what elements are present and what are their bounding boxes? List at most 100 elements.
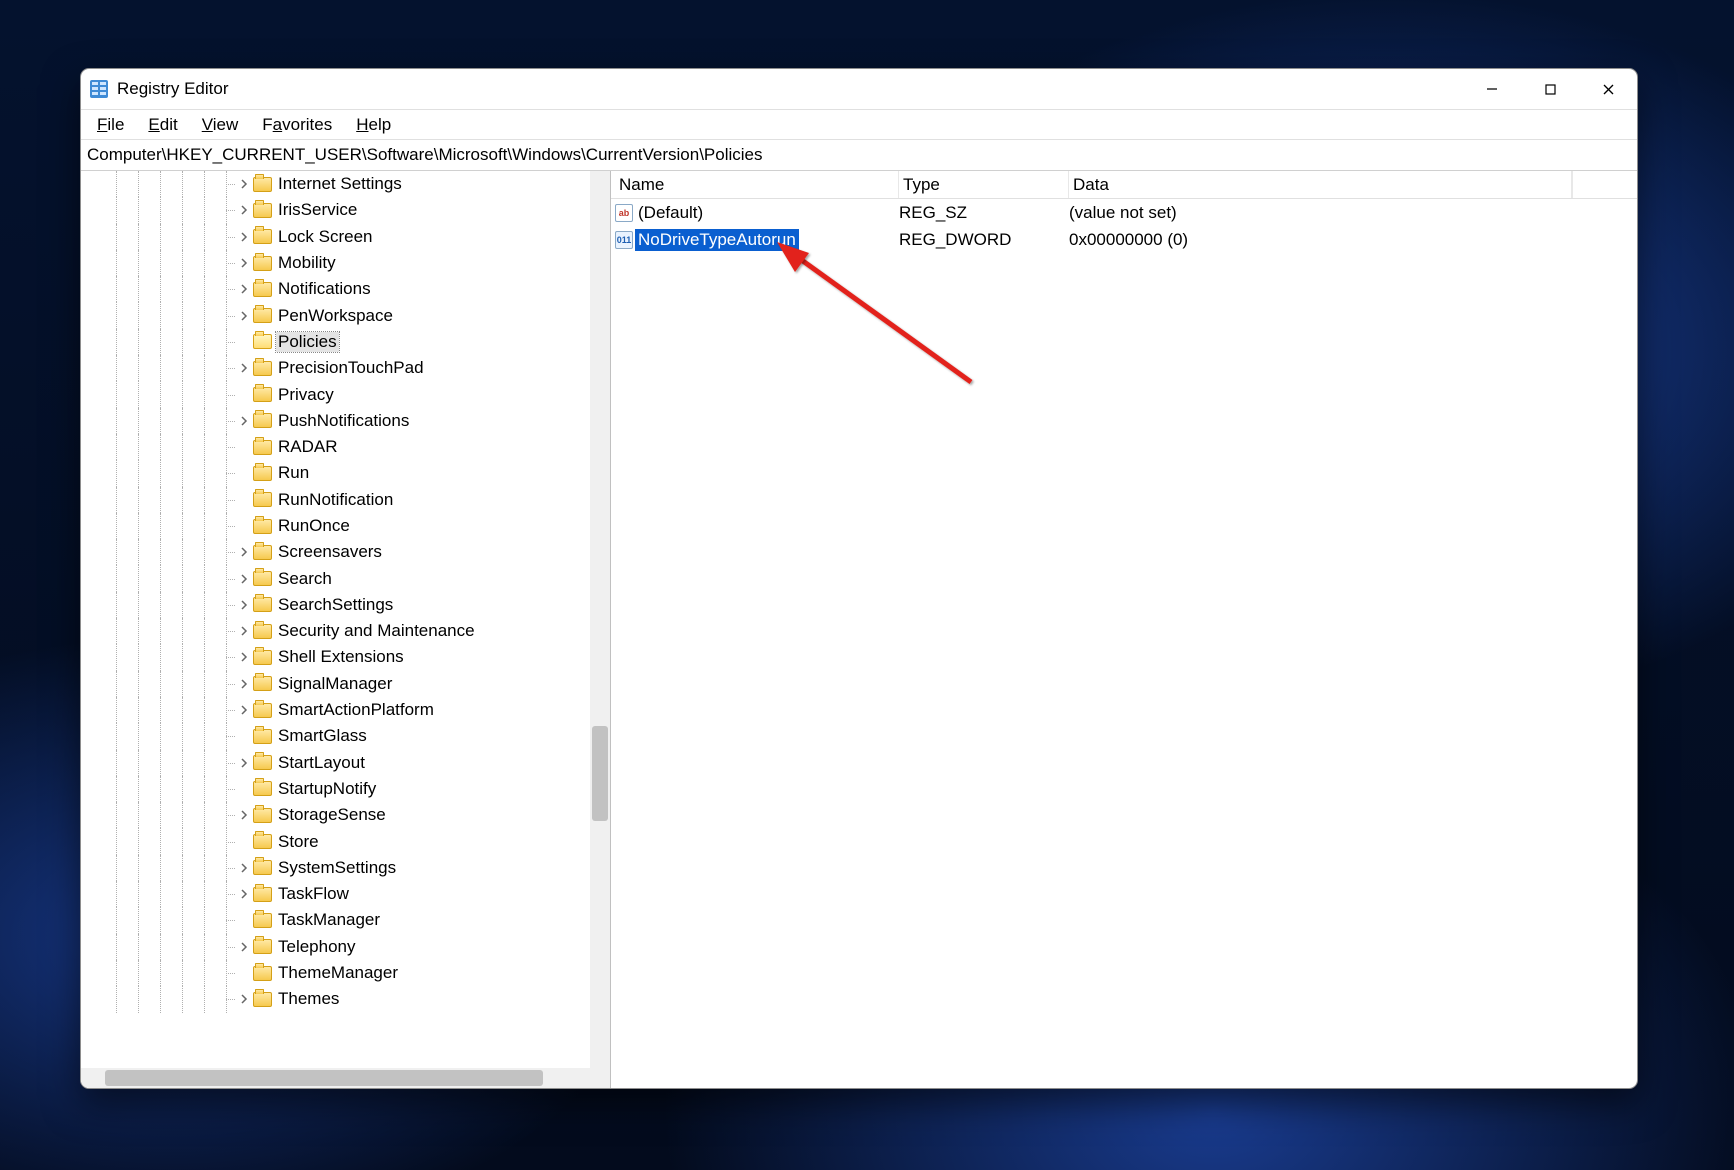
tree-item[interactable]: RADAR — [81, 434, 610, 460]
expand-chevron-icon[interactable] — [237, 703, 251, 717]
column-name[interactable]: Name — [615, 171, 899, 198]
folder-icon — [253, 334, 272, 349]
maximize-button[interactable] — [1521, 69, 1579, 109]
column-data[interactable]: Data — [1069, 171, 1572, 198]
tree-item[interactable]: StorageSense — [81, 802, 610, 828]
tree-item[interactable]: PrecisionTouchPad — [81, 355, 610, 381]
folder-icon — [253, 624, 272, 639]
expand-chevron-icon[interactable] — [237, 545, 251, 559]
tree-item[interactable]: IrisService — [81, 197, 610, 223]
folder-icon — [253, 597, 272, 612]
expand-chevron-icon[interactable] — [237, 861, 251, 875]
menu-file[interactable]: File — [87, 112, 134, 138]
tree-item[interactable]: StartLayout — [81, 750, 610, 776]
tree-item-label: Mobility — [276, 253, 338, 273]
tree-horizontal-scrollbar[interactable] — [81, 1068, 590, 1088]
folder-icon — [253, 229, 272, 244]
tree-item[interactable]: PushNotifications — [81, 408, 610, 434]
tree-item[interactable]: SmartActionPlatform — [81, 697, 610, 723]
expand-chevron-icon[interactable] — [237, 808, 251, 822]
menubar: File Edit View Favorites Help — [81, 109, 1637, 140]
minimize-button[interactable] — [1463, 69, 1521, 109]
value-data: 0x00000000 (0) — [1069, 230, 1637, 250]
column-type[interactable]: Type — [899, 171, 1069, 198]
expand-chevron-icon[interactable] — [237, 624, 251, 638]
expand-chevron-icon[interactable] — [237, 361, 251, 375]
folder-icon — [253, 676, 272, 691]
menu-view[interactable]: View — [192, 112, 249, 138]
expand-chevron-icon[interactable] — [237, 756, 251, 770]
folder-icon — [253, 203, 272, 218]
folder-icon — [253, 781, 272, 796]
tree[interactable]: Internet Settings IrisServiceLock Screen M… — [81, 171, 610, 1088]
folder-icon — [253, 361, 272, 376]
expand-chevron-icon[interactable] — [237, 992, 251, 1006]
tree-item-label: SmartGlass — [276, 726, 369, 746]
folder-icon — [253, 913, 272, 928]
tree-item[interactable]: StartupNotify — [81, 776, 610, 802]
expand-chevron-icon[interactable] — [237, 598, 251, 612]
tree-item[interactable]: SystemSettings — [81, 855, 610, 881]
tree-item[interactable]: TaskManager — [81, 907, 610, 933]
tree-item[interactable]: Policies — [81, 329, 610, 355]
main-area: Internet Settings IrisServiceLock Screen M… — [81, 171, 1637, 1088]
tree-item[interactable]: Telephony — [81, 934, 610, 960]
expand-chevron-icon[interactable] — [237, 572, 251, 586]
folder-icon — [253, 703, 272, 718]
tree-item[interactable]: SignalManager — [81, 671, 610, 697]
tree-item[interactable]: PenWorkspace — [81, 302, 610, 328]
value-rows: ab(Default)REG_SZ(value not set)011NoDri… — [611, 199, 1637, 1088]
tree-item[interactable]: Notifications — [81, 276, 610, 302]
expand-chevron-icon[interactable] — [237, 230, 251, 244]
menu-help[interactable]: Help — [346, 112, 401, 138]
address-bar[interactable]: Computer\HKEY_CURRENT_USER\Software\Micr… — [81, 140, 1637, 171]
tree-item-label: RADAR — [276, 437, 340, 457]
menu-favorites[interactable]: Favorites — [252, 112, 342, 138]
expand-chevron-icon[interactable] — [237, 940, 251, 954]
tree-item[interactable]: Mobility — [81, 250, 610, 276]
expand-chevron-icon[interactable] — [237, 203, 251, 217]
tree-item[interactable]: RunNotification — [81, 487, 610, 513]
column-headers: Name Type Data — [611, 171, 1637, 199]
tree-item[interactable]: Store — [81, 828, 610, 854]
tree-item[interactable]: Themes — [81, 986, 610, 1012]
tree-item[interactable]: Internet Settings — [81, 171, 610, 197]
folder-icon — [253, 834, 272, 849]
tree-item[interactable]: Security and Maintenance — [81, 618, 610, 644]
scrollbar-thumb[interactable] — [105, 1070, 543, 1086]
expand-chevron-icon[interactable] — [237, 887, 251, 901]
tree-item[interactable]: RunOnce — [81, 513, 610, 539]
tree-item[interactable]: Run — [81, 460, 610, 486]
tree-item[interactable]: SearchSettings — [81, 592, 610, 618]
window-title: Registry Editor — [117, 79, 228, 99]
tree-item[interactable]: Shell Extensions — [81, 644, 610, 670]
tree-item[interactable]: Search — [81, 565, 610, 591]
value-row[interactable]: ab(Default)REG_SZ(value not set) — [611, 199, 1637, 226]
expand-chevron-icon[interactable] — [237, 414, 251, 428]
expand-chevron-icon[interactable] — [237, 309, 251, 323]
tree-vertical-scrollbar[interactable] — [590, 171, 610, 1068]
folder-icon — [253, 466, 272, 481]
tree-item-label: Themes — [276, 989, 341, 1009]
expand-chevron-icon[interactable] — [237, 650, 251, 664]
tree-item-label: SmartActionPlatform — [276, 700, 436, 720]
expand-chevron-icon[interactable] — [237, 282, 251, 296]
tree-item-label: RunNotification — [276, 490, 395, 510]
value-row[interactable]: 011NoDriveTypeAutorunREG_DWORD0x00000000… — [611, 226, 1637, 253]
tree-item[interactable]: TaskFlow — [81, 881, 610, 907]
expand-chevron-icon[interactable] — [237, 677, 251, 691]
tree-item[interactable]: Privacy — [81, 381, 610, 407]
tree-item[interactable]: SmartGlass — [81, 723, 610, 749]
close-icon — [1602, 83, 1615, 96]
tree-item-label: Internet Settings — [276, 174, 404, 194]
menu-edit[interactable]: Edit — [138, 112, 187, 138]
tree-item-label: StartLayout — [276, 753, 367, 773]
tree-item[interactable]: ThemeManager — [81, 960, 610, 986]
close-button[interactable] — [1579, 69, 1637, 109]
expand-chevron-icon[interactable] — [237, 177, 251, 191]
tree-pane: Internet Settings IrisServiceLock Screen M… — [81, 171, 611, 1088]
tree-item[interactable]: Screensavers — [81, 539, 610, 565]
expand-chevron-icon[interactable] — [237, 256, 251, 270]
scrollbar-thumb[interactable] — [592, 726, 608, 821]
tree-item[interactable]: Lock Screen — [81, 224, 610, 250]
